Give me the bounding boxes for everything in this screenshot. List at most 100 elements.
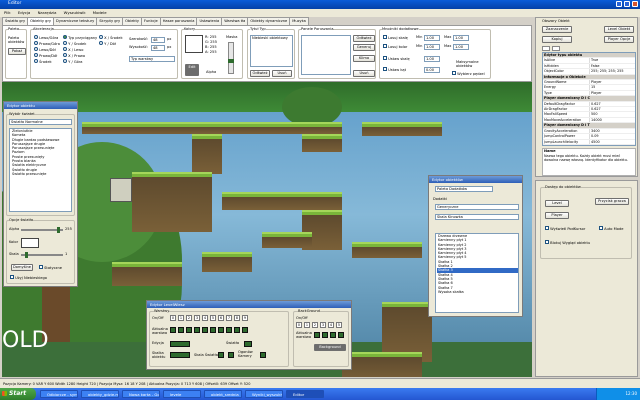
player-button[interactable]: Player bbox=[545, 212, 569, 219]
platform[interactable] bbox=[222, 192, 342, 210]
menu-modele[interactable]: Modele bbox=[93, 10, 107, 15]
radio-lewo-gora[interactable] bbox=[34, 35, 38, 39]
layer-3[interactable]: 3 bbox=[194, 315, 200, 321]
skala-swiatla-toggle[interactable] bbox=[218, 352, 224, 358]
radio-typ-przyciagany[interactable] bbox=[63, 35, 67, 39]
menu-plik[interactable]: Plik bbox=[4, 10, 11, 15]
domyslne-button[interactable]: Domyślne bbox=[11, 264, 33, 271]
light-editor-window[interactable]: Edytor obiektu Wybór świateł Światła Nor… bbox=[3, 101, 78, 287]
tab-swiatlo[interactable]: Światło gry bbox=[2, 17, 29, 25]
statyczne-checkbox[interactable] bbox=[39, 265, 43, 269]
tab-hasze[interactable]: Hasze poruszania bbox=[159, 17, 198, 25]
usun2-button[interactable]: Usuń bbox=[353, 70, 375, 77]
property-value[interactable]: 450 bbox=[589, 144, 635, 145]
max-color-input[interactable]: 1.00 bbox=[453, 44, 469, 50]
radio-x-srodek[interactable] bbox=[99, 35, 103, 39]
wysokosc-input[interactable]: 48 bbox=[151, 45, 165, 51]
property-row[interactable]: MaxFallSpeed450 bbox=[543, 144, 635, 145]
menu-wyszukiwik[interactable]: Wyszukiwik bbox=[64, 10, 86, 15]
layer-toggle[interactable] bbox=[210, 327, 216, 333]
layer-toggle[interactable] bbox=[202, 327, 208, 333]
tab-muzyka[interactable]: Muzyka bbox=[289, 17, 309, 25]
task-item[interactable]: Odbiorcze - symbolicz.. bbox=[40, 390, 78, 398]
layer-2[interactable]: 2 bbox=[186, 315, 192, 321]
level-editor-window[interactable]: Edytor LevelWiesz Warstwy On/Off 0123456… bbox=[146, 300, 352, 370]
layer-toggle[interactable] bbox=[170, 327, 176, 333]
tab-dynamiczne[interactable]: Obiekty dynamiczne bbox=[247, 17, 291, 25]
sort-icon[interactable] bbox=[542, 46, 550, 51]
zaznaczenie-button[interactable]: Zaznaczenie bbox=[542, 26, 572, 33]
property-grid[interactable]: Edytor typu obiektu IsAlive True IsHidden Fa… bbox=[542, 52, 636, 146]
task-item[interactable]: obiekt_srednia bbox=[204, 390, 242, 398]
radio-y-srodek[interactable] bbox=[63, 41, 67, 45]
niebieski-checkbox[interactable] bbox=[10, 275, 14, 279]
close-icon[interactable] bbox=[632, 1, 638, 7]
window-titlebar[interactable]: Editor bbox=[0, 0, 640, 9]
layer-5[interactable]: 5 bbox=[210, 315, 216, 321]
level-editor-title[interactable]: Edytor LevelWiesz bbox=[147, 301, 351, 308]
platform[interactable] bbox=[362, 122, 442, 136]
bg-toggle[interactable] bbox=[330, 332, 336, 338]
property-value[interactable]: 14000 bbox=[589, 117, 635, 123]
layer-toggle[interactable] bbox=[186, 327, 192, 333]
ustaw-skale-checkbox[interactable] bbox=[383, 56, 387, 60]
platform[interactable] bbox=[132, 172, 212, 232]
layer-0[interactable]: 0 bbox=[170, 315, 176, 321]
blokuj-checkbox[interactable] bbox=[545, 240, 549, 244]
light-list[interactable]: Zieloniutkie Kometa Długie bardzo podsta… bbox=[9, 128, 72, 212]
object-editor-title[interactable]: Edytor obiektów bbox=[429, 176, 522, 183]
typ-warstwy-select[interactable]: Typ warstwy bbox=[129, 56, 175, 62]
property-value[interactable]: 255; 255; 255; 255 bbox=[589, 69, 635, 74]
max-scale-input[interactable]: 1.00 bbox=[453, 35, 469, 41]
task-item[interactable]: obiekty_gdzie.mp4 bbox=[81, 390, 119, 398]
layer-toggle[interactable] bbox=[242, 327, 248, 333]
layer-8[interactable]: 8 bbox=[234, 315, 240, 321]
bg-layer-3[interactable]: 3 bbox=[320, 322, 326, 328]
light-editor-title[interactable]: Edytor obiektu bbox=[4, 102, 77, 109]
losuj-kolor-checkbox[interactable] bbox=[383, 44, 387, 48]
radio-lewo-dol[interactable] bbox=[34, 47, 38, 51]
bg-layer-1[interactable]: 1 bbox=[304, 322, 310, 328]
kopiuj-button[interactable]: Kopiuj bbox=[542, 36, 572, 43]
minimize-icon[interactable] bbox=[616, 1, 622, 7]
przycisk-gracza-button[interactable]: Przycisk gracza bbox=[595, 198, 629, 205]
swiatla-toggle[interactable] bbox=[244, 341, 252, 347]
list-item[interactable]: Światło przesunięte bbox=[11, 172, 71, 176]
bg-layer-4[interactable]: 4 bbox=[328, 322, 334, 328]
radio-srodek[interactable] bbox=[34, 59, 38, 63]
maximize-icon[interactable] bbox=[624, 1, 630, 7]
start-button[interactable]: Start bbox=[0, 388, 36, 400]
szerokosc-input[interactable]: 48 bbox=[151, 37, 165, 43]
layer-9[interactable]: 9 bbox=[242, 315, 248, 321]
radio-y-dol[interactable] bbox=[99, 41, 103, 45]
min-color-input[interactable]: 1.00 bbox=[424, 44, 440, 50]
ogonow-toggle[interactable] bbox=[260, 352, 266, 358]
player-opcje-button[interactable]: Player Opcje bbox=[604, 36, 634, 43]
platform[interactable] bbox=[82, 122, 342, 134]
property-value[interactable]: 15 bbox=[589, 85, 635, 90]
task-item[interactable]: Wyniki_wyszukiwania bbox=[245, 390, 283, 398]
light-type-select[interactable]: Światła Normalne bbox=[9, 119, 72, 125]
layer-6[interactable]: 6 bbox=[218, 315, 224, 321]
radio-prawo-gora[interactable] bbox=[34, 41, 38, 45]
alpha-slider[interactable] bbox=[228, 42, 234, 74]
property-value[interactable]: 4500 bbox=[589, 139, 635, 144]
property-value[interactable]: True bbox=[589, 58, 635, 63]
layer-toggle[interactable] bbox=[218, 327, 224, 333]
bg-layer-0[interactable]: 0 bbox=[296, 322, 302, 328]
menu-narzedzia[interactable]: Narzędzia bbox=[38, 10, 57, 15]
min-scale-input[interactable]: 1.00 bbox=[424, 35, 440, 41]
skalka-toggle[interactable] bbox=[170, 352, 190, 358]
ustaw-kat-input[interactable]: 0.00 bbox=[424, 67, 440, 73]
task-item-active[interactable]: Editor bbox=[286, 390, 324, 398]
property-value[interactable]: False bbox=[589, 63, 635, 69]
ustaw-kat-checkbox[interactable] bbox=[383, 67, 387, 71]
poruszania-list[interactable] bbox=[301, 35, 351, 75]
level-button[interactable]: Level bbox=[545, 200, 569, 207]
odswiez2-button[interactable]: Odśwież bbox=[353, 35, 375, 42]
tab-obiekty[interactable]: Obiekty gry bbox=[27, 17, 55, 25]
radio-x-lewo[interactable] bbox=[63, 47, 67, 51]
skala-slider[interactable] bbox=[21, 252, 63, 258]
list-item[interactable]: Wysoka skałka bbox=[437, 290, 518, 294]
klima-button[interactable]: Klima bbox=[353, 55, 375, 62]
